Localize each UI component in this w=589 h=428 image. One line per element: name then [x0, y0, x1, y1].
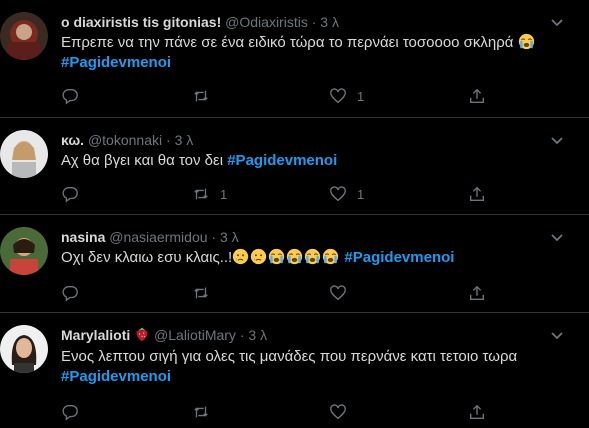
tweet-actions: 1 — [61, 86, 484, 106]
hashtag-link[interactable]: #Pagidevmenoi — [344, 249, 454, 266]
separator-dot: · — [211, 229, 217, 245]
tweet[interactable]: Marylalioti @LaliotiMary · 3 λ Ενος λεπτ… — [0, 313, 589, 428]
timestamp[interactable]: 3 λ — [320, 14, 339, 30]
retweet-button[interactable] — [192, 86, 220, 106]
retweet-button[interactable] — [192, 402, 220, 422]
chevron-down-icon[interactable] — [547, 227, 567, 247]
heart-icon — [330, 88, 346, 104]
reply-button[interactable] — [61, 402, 89, 422]
heart-icon — [330, 285, 346, 301]
share-icon — [470, 404, 484, 419]
separator-dot: · — [166, 132, 171, 148]
tweet-text-content: Αχ θα βγει και θα τον δει — [61, 152, 224, 169]
timestamp[interactable]: 3 λ — [175, 132, 194, 148]
separator-dot: · — [311, 14, 317, 30]
loudly-crying-face-icon — [269, 248, 285, 265]
loudly-crying-face-icon — [518, 33, 534, 50]
tweet-text-content: Ενος λεπτου σιγή για ολες τις μανάδες πο… — [61, 348, 518, 365]
tweet-actions — [61, 402, 484, 422]
heart-icon — [330, 404, 346, 420]
retweet-count: 1 — [220, 186, 228, 202]
strawberry-icon — [136, 327, 148, 342]
retweet-button[interactable]: 1 — [192, 184, 227, 204]
tweet-text: Ενος λεπτου σιγή για ολες τις μανάδες πο… — [61, 347, 517, 367]
share-button[interactable] — [468, 402, 486, 422]
chevron-down-icon[interactable] — [547, 130, 567, 150]
tweet[interactable]: κω. @tokonnaki · 3 λ Αχ θα βγει και θα τ… — [0, 118, 589, 215]
tweet-text: Οχι δεν κλαιω εσυ κλαις..! #Pagidevmenoi — [61, 248, 454, 268]
crying-face-icon — [251, 248, 267, 265]
avatar[interactable] — [0, 12, 48, 60]
like-button[interactable] — [329, 402, 357, 422]
retweet-icon — [194, 90, 208, 102]
reply-icon — [62, 187, 78, 203]
separator-dot: · — [239, 327, 245, 343]
timeline: ο diaxiristis tis gitonias! @Odiaxiristi… — [0, 0, 589, 428]
hashtag-link[interactable]: #Pagidevmenoi — [61, 53, 171, 73]
display-name[interactable]: κω. — [61, 132, 84, 148]
share-button[interactable] — [468, 184, 486, 204]
tweet-text: Αχ θα βγει και θα τον δει #Pagidevmenoi — [61, 151, 337, 171]
reply-icon — [62, 286, 78, 302]
chevron-down-icon[interactable] — [547, 325, 567, 345]
chevron-down-icon[interactable] — [547, 12, 567, 32]
tweet-text-content: Οχι δεν κλαιω εσυ κλαις..! — [61, 249, 233, 266]
user-handle[interactable]: @LaliotiMary — [154, 327, 236, 343]
share-button[interactable] — [468, 86, 486, 106]
user-handle[interactable]: @tokonnaki — [88, 132, 162, 148]
display-name[interactable]: nasina — [61, 229, 105, 245]
heart-icon — [330, 186, 346, 202]
display-name[interactable]: ο diaxiristis tis gitonias! — [61, 14, 221, 30]
loudly-crying-face-icon — [323, 248, 339, 265]
hashtag-link[interactable]: #Pagidevmenoi — [227, 152, 337, 169]
share-icon — [470, 186, 484, 201]
tweet[interactable]: ο diaxiristis tis gitonias! @Odiaxiristi… — [0, 0, 589, 118]
timestamp[interactable]: 3 λ — [248, 327, 267, 343]
reply-button[interactable] — [61, 86, 89, 106]
crying-face-icon — [233, 248, 249, 265]
retweet-button[interactable] — [192, 283, 220, 303]
timestamp[interactable]: 3 λ — [220, 229, 239, 245]
reply-button[interactable] — [61, 184, 89, 204]
retweet-icon — [194, 406, 208, 418]
like-count: 1 — [357, 88, 365, 104]
share-icon — [470, 88, 484, 103]
avatar[interactable] — [0, 325, 48, 373]
reply-icon — [62, 89, 78, 105]
avatar[interactable] — [0, 130, 48, 178]
reply-icon — [62, 405, 78, 421]
share-button[interactable] — [468, 283, 486, 303]
like-button[interactable]: 1 — [329, 86, 364, 106]
tweet-actions — [61, 283, 484, 303]
like-count: 1 — [357, 186, 365, 202]
hashtag-link[interactable]: #Pagidevmenoi — [61, 367, 171, 387]
tweet-text: Επρεπε να την πάνε σε ένα ειδικό τώρα το… — [61, 33, 536, 53]
tweet-actions: 1 1 — [61, 184, 484, 204]
loudly-crying-face-icon — [305, 248, 321, 265]
like-button[interactable]: 1 — [329, 184, 364, 204]
tweet-text-content: Επρεπε να την πάνε σε ένα ειδικό τώρα το… — [61, 34, 514, 51]
display-name[interactable]: Marylalioti — [61, 327, 130, 343]
like-button[interactable] — [329, 283, 357, 303]
avatar[interactable] — [0, 227, 48, 275]
retweet-icon — [194, 188, 208, 200]
loudly-crying-face-icon — [287, 248, 303, 265]
user-handle[interactable]: @Odiaxiristis — [225, 14, 308, 30]
user-handle[interactable]: @nasiaermidou — [109, 229, 207, 245]
retweet-icon — [194, 287, 208, 299]
share-icon — [470, 285, 484, 300]
reply-button[interactable] — [61, 283, 89, 303]
tweet[interactable]: nasina @nasiaermidou · 3 λ Οχι δεν κλαιω… — [0, 215, 589, 313]
